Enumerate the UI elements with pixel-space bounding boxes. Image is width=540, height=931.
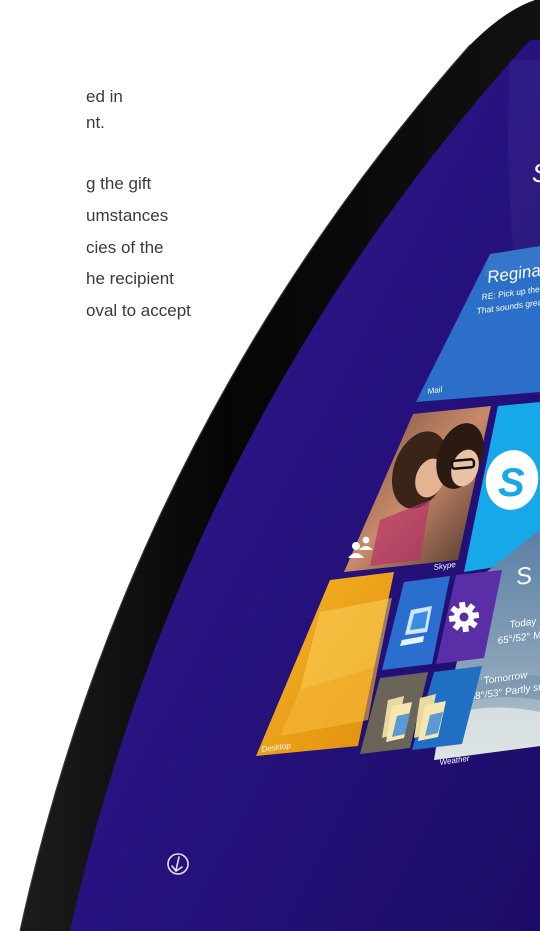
start-title: S bbox=[532, 158, 540, 188]
skype-glyph: S bbox=[498, 461, 525, 505]
tablet-photo: S Regina H RE: Pick up the kid That soun… bbox=[19, 0, 540, 931]
